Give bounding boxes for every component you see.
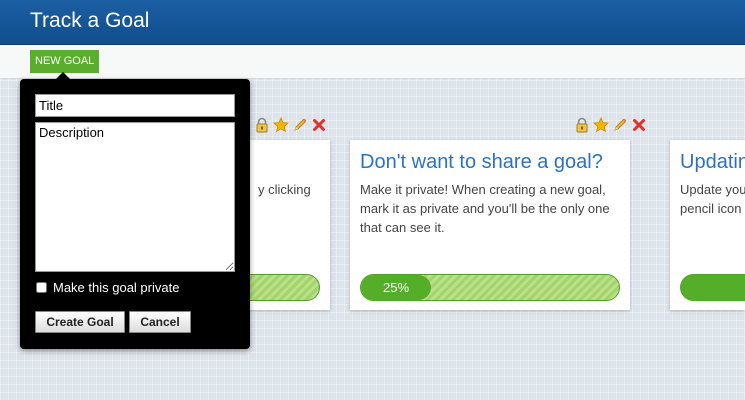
title-input[interactable] <box>35 94 235 117</box>
progress-bar <box>680 274 745 301</box>
lock-icon[interactable] <box>574 117 590 133</box>
pencil-icon[interactable] <box>292 117 308 133</box>
card-description-line: pencil icon <box>680 201 742 216</box>
app-header: Track a Goal <box>0 0 745 45</box>
delete-icon[interactable] <box>311 117 327 133</box>
card-title[interactable]: Updatin <box>680 150 745 174</box>
cancel-button[interactable]: Cancel <box>129 311 191 333</box>
lock-icon[interactable] <box>254 117 270 133</box>
progress-label: 25% <box>382 280 410 295</box>
card-title[interactable]: Don't want to share a goal? <box>360 150 603 174</box>
private-checkbox[interactable] <box>36 281 47 293</box>
new-goal-button[interactable]: NEW GOAL <box>30 50 100 73</box>
private-label[interactable]: Make this goal private <box>53 280 179 295</box>
card-description: Make it private! When creating a new goa… <box>360 180 622 237</box>
card-actions <box>574 116 647 134</box>
create-goal-button[interactable]: Create Goal <box>35 311 125 333</box>
card-description-line: y clicking <box>258 182 311 197</box>
card-actions <box>254 116 327 134</box>
delete-icon[interactable] <box>631 117 647 133</box>
card-description: y clicking <box>258 180 328 199</box>
private-option: Make this goal private <box>35 279 179 295</box>
star-icon[interactable] <box>273 117 289 133</box>
goal-card: Updatin Update you pencil icon <box>670 140 745 310</box>
goal-card: Don't want to share a goal? Make it priv… <box>350 140 630 310</box>
toolbar: NEW GOAL <box>0 45 745 79</box>
description-input[interactable] <box>35 122 235 272</box>
card-description-line: Make it private! When creating a new goa… <box>360 182 606 197</box>
star-icon[interactable] <box>593 117 609 133</box>
card-description-line: that can see it. <box>360 220 445 235</box>
pencil-icon[interactable] <box>612 117 628 133</box>
card-description: Update you pencil icon <box>680 180 745 218</box>
page-title: Track a Goal <box>30 9 150 32</box>
card-description-line: Update you <box>680 182 745 197</box>
progress-bar: 25% <box>360 274 620 301</box>
new-goal-popup: Make this goal private Create Goal Cance… <box>20 79 250 349</box>
card-description-line: mark it as private and you'll be the onl… <box>360 201 610 216</box>
